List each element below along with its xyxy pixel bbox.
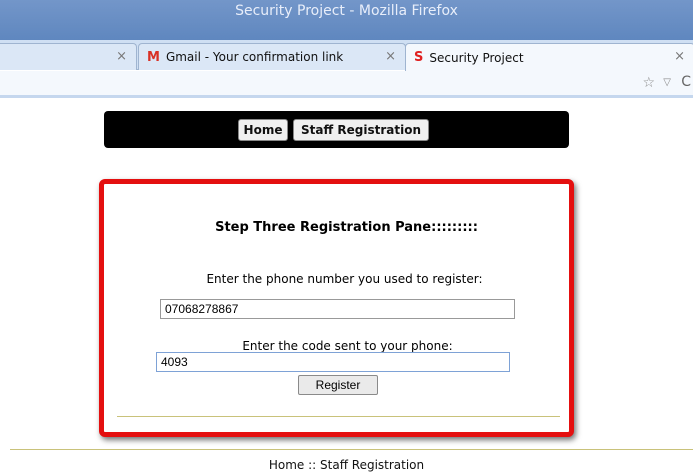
tab-label: Security Project bbox=[429, 50, 524, 65]
tab-security-project[interactable]: S Security Project × bbox=[405, 43, 693, 71]
panel-title: Step Three Registration Pane::::::::: bbox=[215, 220, 478, 235]
close-icon[interactable]: × bbox=[385, 49, 396, 64]
dropdown-icon[interactable]: ▽ bbox=[663, 77, 671, 88]
window-title: Security Project - Mozilla Firefox bbox=[235, 3, 458, 19]
bookmark-star-icon[interactable]: ☆ bbox=[642, 75, 655, 91]
staff-registration-button[interactable]: Staff Registration bbox=[293, 119, 429, 141]
close-icon[interactable]: × bbox=[674, 49, 685, 64]
tab-label: Gmail - Your confirmation link bbox=[165, 50, 344, 64]
site-menu-bar: Home Staff Registration bbox=[104, 111, 569, 148]
register-button[interactable]: Register bbox=[298, 375, 378, 395]
footer-divider bbox=[10, 449, 693, 450]
phone-input[interactable]: 07068278867 bbox=[160, 299, 515, 319]
phone-label: Enter the phone number you used to regis… bbox=[206, 272, 483, 286]
tab-strip: × M Gmail - Your confirmation link × S S… bbox=[0, 40, 693, 71]
gmail-icon: M bbox=[147, 49, 160, 65]
code-input[interactable]: 4093 bbox=[156, 352, 510, 372]
navigation-toolbar: ☆ ▽ C bbox=[0, 71, 693, 98]
s-favicon-icon: S bbox=[414, 50, 424, 65]
close-icon[interactable]: × bbox=[116, 49, 127, 64]
panel-divider bbox=[117, 416, 560, 417]
home-button[interactable]: Home bbox=[238, 119, 288, 141]
tab-previous[interactable]: × bbox=[0, 43, 137, 70]
tab-gmail[interactable]: M Gmail - Your confirmation link × bbox=[138, 43, 406, 70]
code-label: Enter the code sent to your phone: bbox=[242, 339, 453, 353]
window-titlebar: Security Project - Mozilla Firefox bbox=[0, 0, 693, 40]
reload-icon[interactable]: C bbox=[681, 74, 691, 90]
registration-panel: Step Three Registration Pane::::::::: En… bbox=[99, 179, 574, 437]
page-content: Home Staff Registration Step Three Regis… bbox=[0, 98, 693, 472]
